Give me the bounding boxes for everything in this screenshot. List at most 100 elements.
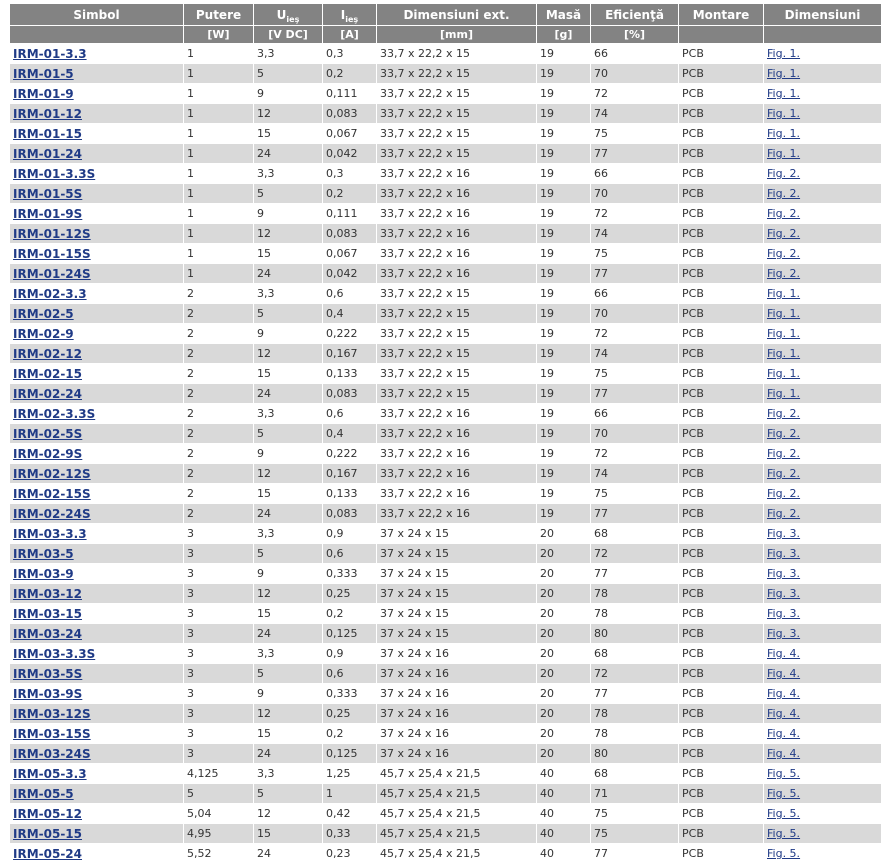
product-link[interactable]: IRM-01-24 — [13, 147, 82, 161]
fig-cell: Fig. 4. — [764, 744, 881, 764]
figure-link[interactable]: Fig. 2. — [767, 467, 800, 480]
product-link[interactable]: IRM-03-5S — [13, 667, 82, 681]
product-link[interactable]: IRM-05-24 — [13, 847, 82, 861]
product-link[interactable]: IRM-01-9S — [13, 207, 82, 221]
product-link[interactable]: IRM-02-15S — [13, 487, 91, 501]
montare-cell: PCB — [679, 304, 763, 324]
product-link[interactable]: IRM-03-15S — [13, 727, 91, 741]
figure-link[interactable]: Fig. 1. — [767, 367, 800, 380]
figure-link[interactable]: Fig. 5. — [767, 767, 800, 780]
product-link[interactable]: IRM-01-12S — [13, 227, 91, 241]
u-cell: 3,3 — [254, 524, 322, 544]
product-link[interactable]: IRM-02-24 — [13, 387, 82, 401]
figure-link[interactable]: Fig. 2. — [767, 187, 800, 200]
figure-link[interactable]: Fig. 3. — [767, 627, 800, 640]
product-link[interactable]: IRM-01-15S — [13, 247, 91, 261]
product-link[interactable]: IRM-03-24 — [13, 627, 82, 641]
figure-link[interactable]: Fig. 3. — [767, 587, 800, 600]
product-link[interactable]: IRM-05-5 — [13, 787, 74, 801]
product-link[interactable]: IRM-01-5S — [13, 187, 82, 201]
montare-cell: PCB — [679, 464, 763, 484]
figure-link[interactable]: Fig. 1. — [767, 107, 800, 120]
i-cell: 0,9 — [323, 644, 376, 664]
figure-link[interactable]: Fig. 1. — [767, 87, 800, 100]
product-link[interactable]: IRM-03-24S — [13, 747, 91, 761]
figure-link[interactable]: Fig. 4. — [767, 727, 800, 740]
figure-link[interactable]: Fig. 1. — [767, 327, 800, 340]
figure-link[interactable]: Fig. 5. — [767, 827, 800, 840]
figure-link[interactable]: Fig. 1. — [767, 347, 800, 360]
product-link[interactable]: IRM-01-15 — [13, 127, 82, 141]
table-row: IRM-01-9S 1 9 0,111 33,7 x 22,2 x 16 19 72 PCB F… — [10, 204, 881, 224]
figure-link[interactable]: Fig. 5. — [767, 847, 800, 860]
u-cell: 5 — [254, 64, 322, 84]
product-link[interactable]: IRM-02-12S — [13, 467, 91, 481]
putere-cell: 5,52 — [184, 844, 253, 864]
product-link[interactable]: IRM-03-15 — [13, 607, 82, 621]
putere-cell: 3 — [184, 544, 253, 564]
figure-link[interactable]: Fig. 1. — [767, 127, 800, 140]
figure-link[interactable]: Fig. 2. — [767, 507, 800, 520]
u-cell: 3,3 — [254, 404, 322, 424]
u-cell: 9 — [254, 324, 322, 344]
product-link[interactable]: IRM-02-15 — [13, 367, 82, 381]
figure-link[interactable]: Fig. 2. — [767, 167, 800, 180]
montare-cell: PCB — [679, 144, 763, 164]
product-link[interactable]: IRM-05-15 — [13, 827, 82, 841]
product-link[interactable]: IRM-03-5 — [13, 547, 74, 561]
figure-link[interactable]: Fig. 2. — [767, 267, 800, 280]
figure-link[interactable]: Fig. 2. — [767, 227, 800, 240]
product-link[interactable]: IRM-02-5S — [13, 427, 82, 441]
figure-link[interactable]: Fig. 1. — [767, 47, 800, 60]
product-link[interactable]: IRM-02-3.3S — [13, 407, 95, 421]
putere-cell: 1 — [184, 104, 253, 124]
product-link[interactable]: IRM-05-3.3 — [13, 767, 87, 781]
product-link[interactable]: IRM-02-5 — [13, 307, 74, 321]
figure-link[interactable]: Fig. 1. — [767, 387, 800, 400]
col-header-dimensiuni: Dimensiuni — [764, 4, 881, 26]
product-link[interactable]: IRM-05-12 — [13, 807, 82, 821]
figure-link[interactable]: Fig. 4. — [767, 747, 800, 760]
product-link[interactable]: IRM-03-9 — [13, 567, 74, 581]
product-link[interactable]: IRM-02-12 — [13, 347, 82, 361]
table-row: IRM-03-24 3 24 0,125 37 x 24 x 15 20 80 PCB Fig.… — [10, 624, 881, 644]
product-link[interactable]: IRM-02-9 — [13, 327, 74, 341]
figure-link[interactable]: Fig. 3. — [767, 547, 800, 560]
figure-link[interactable]: Fig. 2. — [767, 247, 800, 260]
figure-link[interactable]: Fig. 5. — [767, 787, 800, 800]
figure-link[interactable]: Fig. 3. — [767, 527, 800, 540]
figure-link[interactable]: Fig. 4. — [767, 687, 800, 700]
figure-link[interactable]: Fig. 2. — [767, 447, 800, 460]
table-row: IRM-03-12 3 12 0,25 37 x 24 x 15 20 78 PCB Fig. … — [10, 584, 881, 604]
figure-link[interactable]: Fig. 4. — [767, 707, 800, 720]
figure-link[interactable]: Fig. 2. — [767, 207, 800, 220]
figure-link[interactable]: Fig. 4. — [767, 667, 800, 680]
i-cell: 0,133 — [323, 484, 376, 504]
figure-link[interactable]: Fig. 3. — [767, 607, 800, 620]
product-link[interactable]: IRM-02-3.3 — [13, 287, 87, 301]
product-link[interactable]: IRM-03-9S — [13, 687, 82, 701]
figure-link[interactable]: Fig. 1. — [767, 67, 800, 80]
table-row: IRM-01-24S 1 24 0,042 33,7 x 22,2 x 16 19 77 PC… — [10, 264, 881, 284]
figure-link[interactable]: Fig. 2. — [767, 407, 800, 420]
product-link[interactable]: IRM-01-12 — [13, 107, 82, 121]
figure-link[interactable]: Fig. 1. — [767, 287, 800, 300]
product-link[interactable]: IRM-02-9S — [13, 447, 82, 461]
product-link[interactable]: IRM-03-12S — [13, 707, 91, 721]
product-link[interactable]: IRM-01-3.3S — [13, 167, 95, 181]
product-link[interactable]: IRM-01-24S — [13, 267, 91, 281]
product-link[interactable]: IRM-01-9 — [13, 87, 74, 101]
figure-link[interactable]: Fig. 1. — [767, 147, 800, 160]
product-link[interactable]: IRM-02-24S — [13, 507, 91, 521]
product-link[interactable]: IRM-03-12 — [13, 587, 82, 601]
product-link[interactable]: IRM-01-3.3 — [13, 47, 87, 61]
product-link[interactable]: IRM-03-3.3S — [13, 647, 95, 661]
product-link[interactable]: IRM-03-3.3 — [13, 527, 87, 541]
figure-link[interactable]: Fig. 2. — [767, 427, 800, 440]
figure-link[interactable]: Fig. 2. — [767, 487, 800, 500]
figure-link[interactable]: Fig. 5. — [767, 807, 800, 820]
figure-link[interactable]: Fig. 1. — [767, 307, 800, 320]
figure-link[interactable]: Fig. 3. — [767, 567, 800, 580]
figure-link[interactable]: Fig. 4. — [767, 647, 800, 660]
product-link[interactable]: IRM-01-5 — [13, 67, 74, 81]
